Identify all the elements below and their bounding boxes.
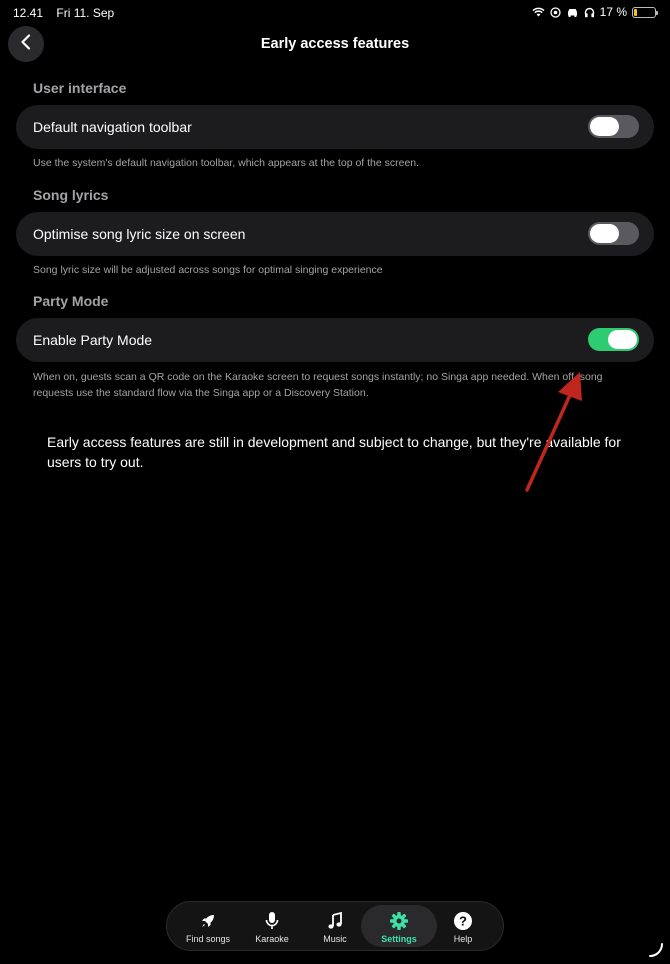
- home-indicator-corner: [649, 943, 663, 957]
- microphone-icon: [263, 910, 281, 932]
- tab-karaoke[interactable]: Karaoke: [237, 905, 307, 947]
- navigation-toolbar-toggle[interactable]: [588, 115, 639, 138]
- early-access-note: Early access features are still in devel…: [47, 434, 621, 470]
- setting-label: Optimise song lyric size on screen: [33, 226, 246, 242]
- toggle-knob: [608, 330, 637, 349]
- tab-settings[interactable]: Settings: [361, 905, 437, 947]
- tab-label: Help: [453, 934, 473, 944]
- setting-row-party-mode[interactable]: Enable Party Mode: [16, 318, 654, 362]
- status-right: 17 %: [532, 5, 658, 19]
- setting-description: Song lyric size will be adjusted across …: [33, 264, 383, 276]
- section-title-song-lyrics: Song lyrics: [33, 187, 109, 203]
- music-note-icon: [327, 910, 343, 932]
- tab-music[interactable]: Music: [300, 905, 370, 947]
- setting-label: Enable Party Mode: [33, 332, 153, 348]
- tab-label: Music: [323, 934, 347, 944]
- setting-description: Use the system's default navigation tool…: [33, 157, 420, 169]
- toggle-knob: [590, 117, 619, 136]
- lyric-size-toggle[interactable]: [588, 222, 639, 245]
- section-title-party-mode: Party Mode: [33, 293, 109, 309]
- setting-row-lyric-size[interactable]: Optimise song lyric size on screen: [16, 212, 654, 256]
- headphones-icon: [584, 7, 595, 18]
- setting-label: Default navigation toolbar: [33, 119, 192, 135]
- status-date: Fri 11. Sep: [56, 6, 115, 20]
- page-title: Early access features: [260, 36, 410, 52]
- tab-label: Settings: [381, 934, 417, 944]
- location-icon: [549, 6, 561, 18]
- car-icon: [566, 7, 579, 17]
- status-bar: 12.41 Fri 11. Sep 17 %: [0, 0, 670, 26]
- status-left: 12.41 Fri 11. Sep: [13, 6, 124, 20]
- description-line: When on, guests scan a QR code on the Ka…: [33, 371, 603, 383]
- setting-row-navigation-toolbar[interactable]: Default navigation toolbar: [16, 105, 654, 149]
- tab-label: Karaoke: [255, 934, 289, 944]
- setting-description: When on, guests scan a QR code on the Ka…: [33, 369, 643, 401]
- toggle-knob: [590, 224, 619, 243]
- battery-level: [634, 8, 637, 16]
- gear-icon: [389, 910, 409, 932]
- status-time: 12.41: [13, 6, 44, 20]
- description-line: requests use the standard flow via the S…: [33, 387, 369, 399]
- battery-icon: [632, 6, 658, 18]
- svg-text:?: ?: [459, 914, 467, 929]
- party-mode-toggle[interactable]: [588, 328, 639, 351]
- tab-bar: Find songs Karaoke Music Settings ? Help: [166, 901, 504, 951]
- tab-help[interactable]: ? Help: [428, 905, 498, 947]
- help-icon: ?: [453, 910, 473, 932]
- tab-label: Find songs: [185, 934, 231, 944]
- wifi-icon: [532, 7, 545, 17]
- battery-percent: 17 %: [599, 5, 627, 19]
- tab-find-songs[interactable]: Find songs: [173, 905, 243, 947]
- section-title-user-interface: User interface: [33, 80, 127, 96]
- rocket-icon: [199, 910, 217, 932]
